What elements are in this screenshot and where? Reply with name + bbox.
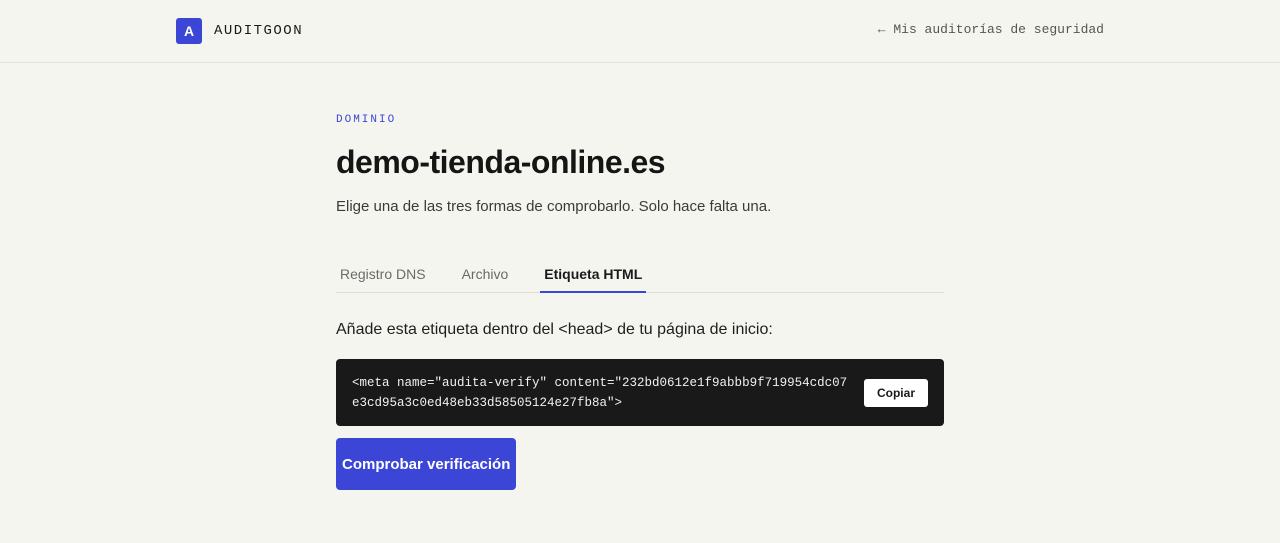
brand-name: AUDITGOON (214, 23, 304, 39)
section-eyebrow: DOMINIO (336, 114, 397, 126)
meta-tag-code[interactable]: <meta name="audita-verify" content="232b… (352, 373, 852, 413)
tab-html-tag[interactable]: Etiqueta HTML (540, 258, 647, 293)
meta-tag-code-block: <meta name="audita-verify" content="232b… (336, 359, 944, 426)
brand[interactable]: A AUDITGOON (176, 18, 303, 44)
page-subtitle: Elige una de las tres formas de comproba… (336, 198, 772, 215)
verification-method-tabs: Registro DNS Archivo Etiqueta HTML (336, 258, 944, 293)
tab-dns-record[interactable]: Registro DNS (336, 258, 430, 293)
back-to-audits-link[interactable]: ← Mis auditorías de seguridad (878, 22, 1104, 37)
instruction-text: Añade esta etiqueta dentro del <head> de… (336, 321, 773, 338)
check-verification-button[interactable]: Comprobar verificación (336, 438, 517, 490)
tab-file[interactable]: Archivo (458, 258, 513, 293)
domain-verification-panel: DOMINIO demo-tienda-online.es Elige una … (336, 112, 944, 490)
page-title: demo-tienda-online.es (336, 144, 666, 180)
brand-logo-icon: A (176, 18, 202, 44)
top-bar: A AUDITGOON ← Mis auditorías de segurida… (0, 0, 1280, 63)
copy-button[interactable]: Copiar (863, 378, 928, 407)
